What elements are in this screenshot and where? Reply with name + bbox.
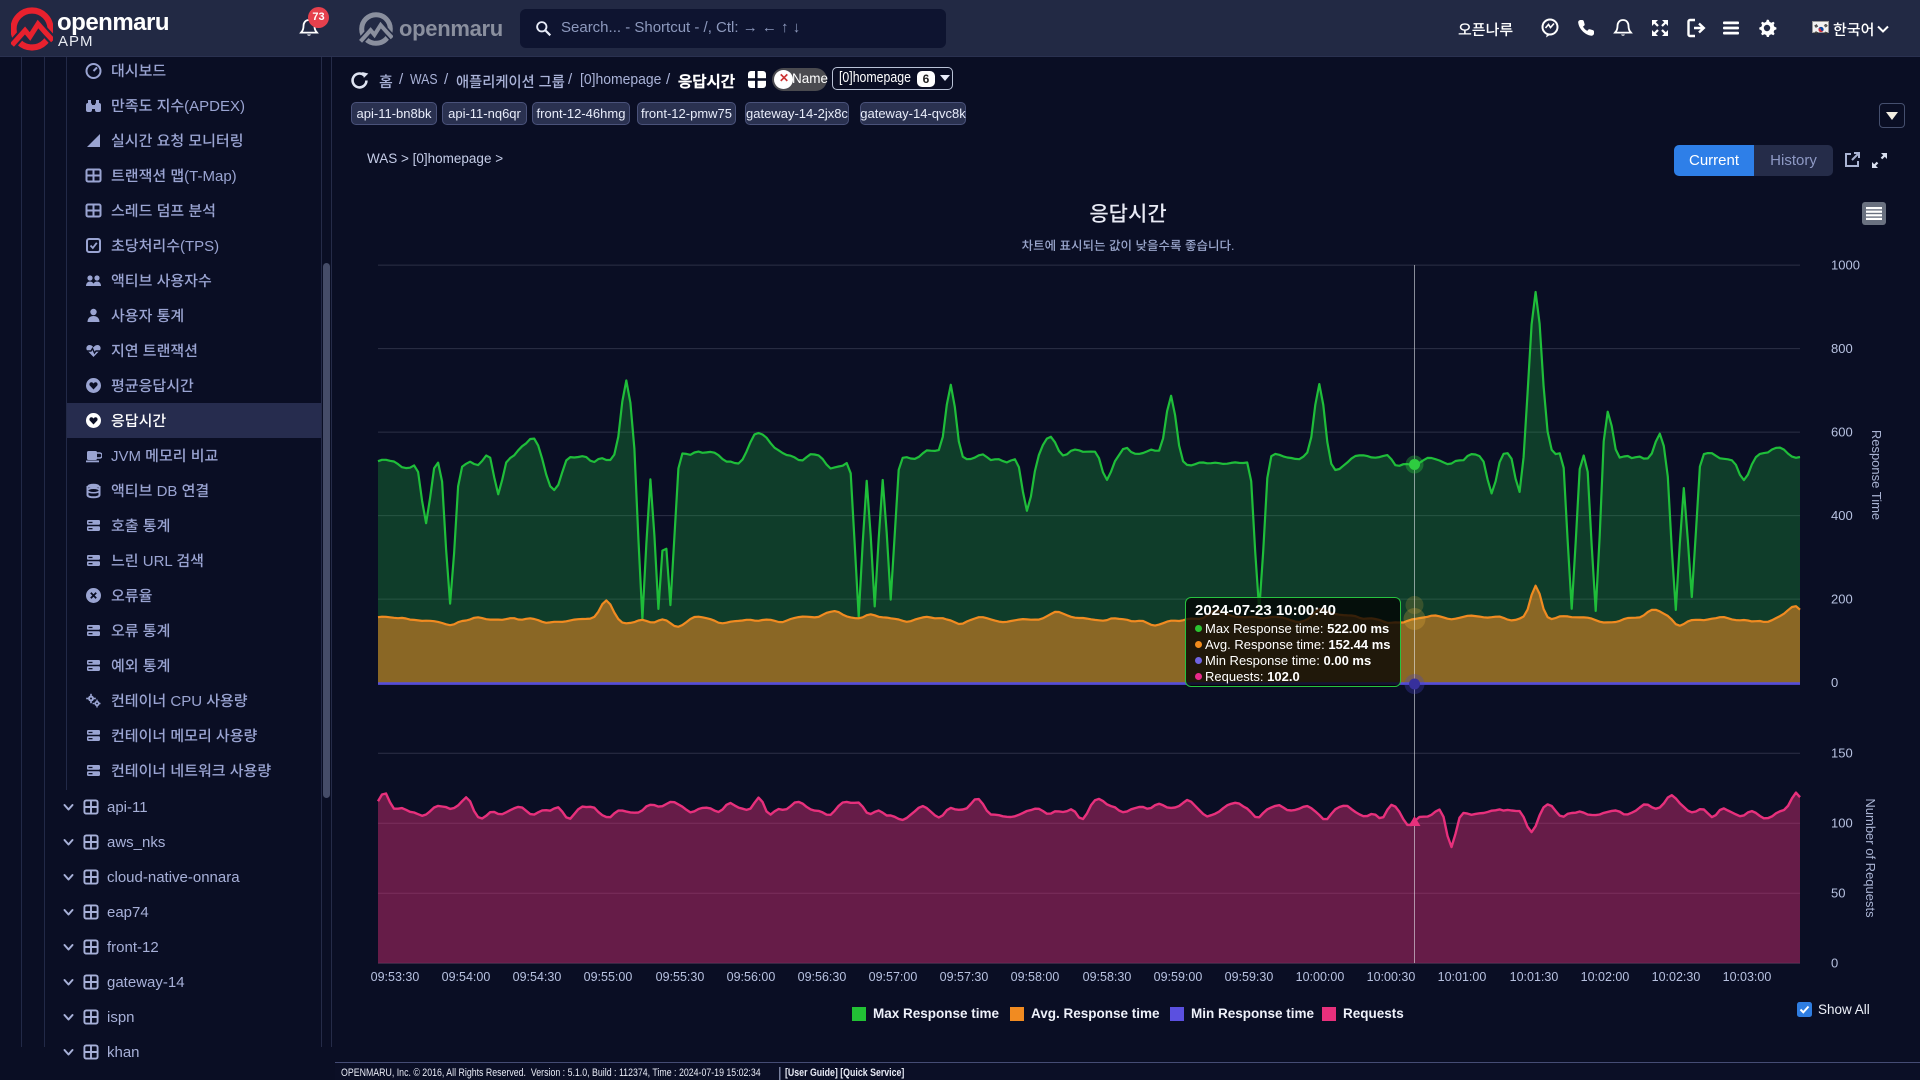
svg-text:09:54:00: 09:54:00 <box>442 970 491 984</box>
svg-text:10:02:00: 10:02:00 <box>1581 970 1630 984</box>
svg-text:400: 400 <box>1831 508 1853 523</box>
svg-text:09:56:30: 09:56:30 <box>798 970 847 984</box>
svg-text:09:54:30: 09:54:30 <box>513 970 562 984</box>
svg-text:09:55:00: 09:55:00 <box>584 970 633 984</box>
svg-text:09:53:30: 09:53:30 <box>371 970 420 984</box>
svg-text:150: 150 <box>1831 746 1853 761</box>
svg-text:09:57:30: 09:57:30 <box>940 970 989 984</box>
svg-text:Number of Requests: Number of Requests <box>1863 798 1878 918</box>
svg-text:10:02:30: 10:02:30 <box>1652 970 1701 984</box>
svg-text:10:01:30: 10:01:30 <box>1510 970 1559 984</box>
svg-text:10:01:00: 10:01:00 <box>1438 970 1487 984</box>
svg-text:10:00:30: 10:00:30 <box>1367 970 1416 984</box>
svg-text:1000: 1000 <box>1831 258 1860 273</box>
svg-text:Response Time: Response Time <box>1869 430 1884 520</box>
svg-text:09:58:00: 09:58:00 <box>1011 970 1060 984</box>
svg-text:0: 0 <box>1831 675 1838 690</box>
svg-text:09:58:30: 09:58:30 <box>1083 970 1132 984</box>
svg-text:09:55:30: 09:55:30 <box>656 970 705 984</box>
svg-text:100: 100 <box>1831 816 1853 831</box>
svg-text:800: 800 <box>1831 341 1853 356</box>
svg-text:600: 600 <box>1831 425 1853 440</box>
svg-text:10:00:00: 10:00:00 <box>1296 970 1345 984</box>
svg-text:50: 50 <box>1831 886 1845 901</box>
svg-text:10:03:00: 10:03:00 <box>1723 970 1772 984</box>
svg-text:0: 0 <box>1831 956 1838 971</box>
svg-text:200: 200 <box>1831 592 1853 607</box>
svg-text:09:59:30: 09:59:30 <box>1225 970 1274 984</box>
svg-text:09:57:00: 09:57:00 <box>869 970 918 984</box>
svg-text:09:59:00: 09:59:00 <box>1154 970 1203 984</box>
svg-text:09:56:00: 09:56:00 <box>727 970 776 984</box>
